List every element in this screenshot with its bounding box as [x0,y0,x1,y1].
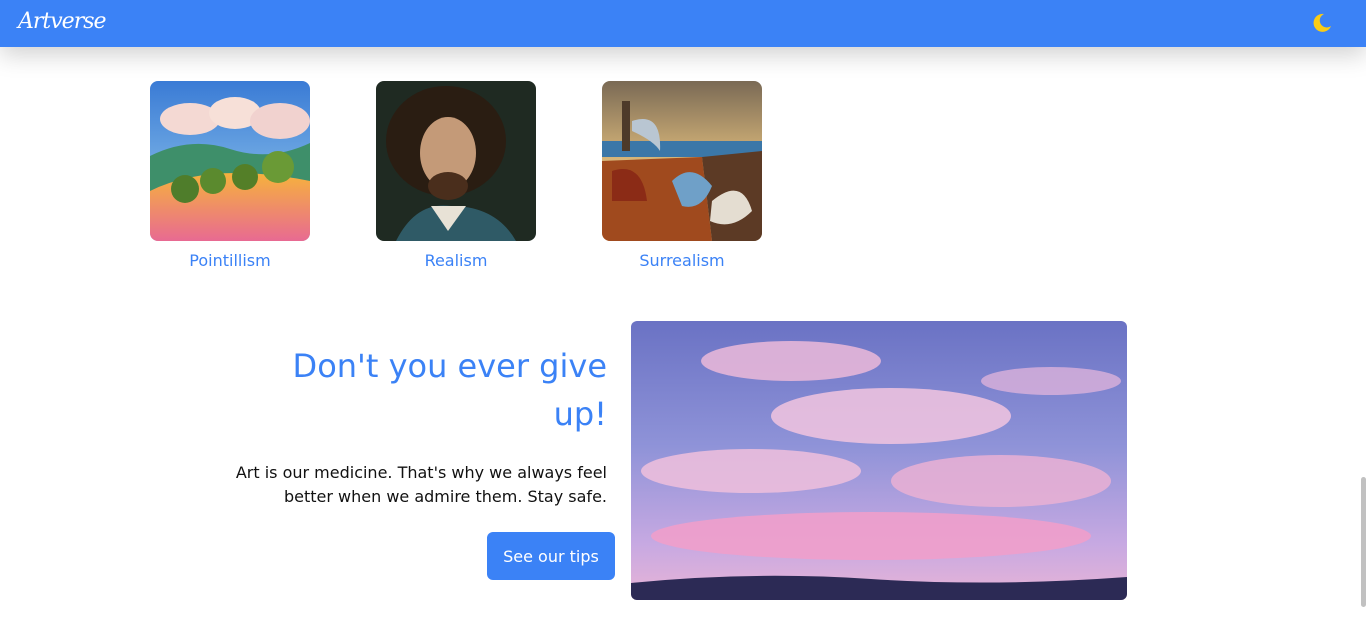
pointillism-image [150,81,310,241]
style-label[interactable]: Pointillism [130,251,330,270]
hero-text: Art is our medicine. That's why we alway… [235,463,607,506]
logo[interactable]: Artverse [18,9,107,34]
moon-icon[interactable] [1311,12,1333,34]
style-card-surrealism[interactable]: Surrealism [602,81,762,270]
see-tips-button[interactable]: See our tips [487,532,615,580]
realism-image [376,81,536,241]
hero-title: Don't you ever give up! [292,347,607,433]
navbar: Artverse [0,0,1366,47]
surrealism-image [602,81,762,241]
page-scrollbar[interactable] [1361,477,1366,607]
style-label[interactable]: Surrealism [582,251,782,270]
style-label[interactable]: Realism [356,251,556,270]
style-card-pointillism[interactable]: Pointillism [150,81,310,270]
style-card-realism[interactable]: Realism [376,81,536,270]
sky-painting-image [631,321,1127,600]
